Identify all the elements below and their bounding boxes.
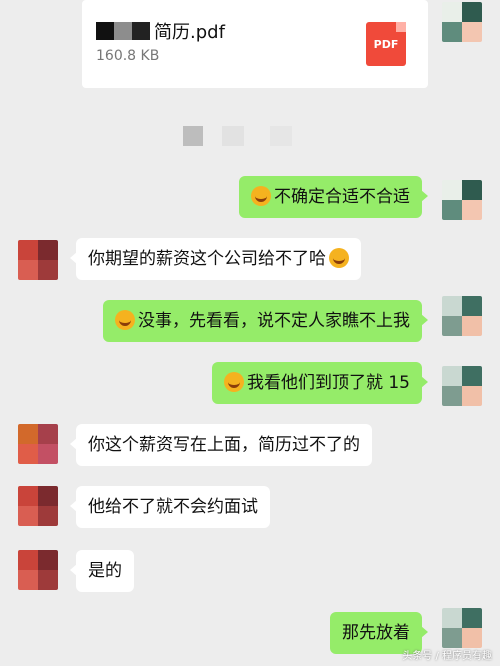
avatar[interactable] xyxy=(442,180,482,220)
avatar[interactable] xyxy=(18,550,58,590)
avatar[interactable] xyxy=(18,240,58,280)
pdf-file-icon: PDF xyxy=(366,22,406,66)
message-bubble-incoming[interactable]: 你这个薪资写在上面，简历过不了的 xyxy=(70,424,372,466)
message-bubble-incoming[interactable]: 是的 xyxy=(70,550,134,592)
avatar[interactable] xyxy=(442,608,482,648)
laugh-cry-emoji-icon xyxy=(115,310,135,330)
rofl-emoji-icon xyxy=(329,248,349,268)
watermark: 头条号 / 程序员有趣 xyxy=(402,651,492,662)
message-bubble-incoming[interactable]: 他给不了就不会约面试 xyxy=(70,486,270,528)
avatar[interactable] xyxy=(442,296,482,336)
avatar[interactable] xyxy=(442,2,482,42)
timestamp-blur xyxy=(222,126,244,146)
laugh-cry-emoji-icon xyxy=(223,372,244,392)
laugh-cry-emoji-icon xyxy=(251,186,271,206)
timestamp-blur xyxy=(270,126,292,146)
timestamp-blur xyxy=(183,126,203,146)
message-bubble-outgoing[interactable]: 没事，先看看，说不定人家瞧不上我 xyxy=(103,300,428,342)
avatar[interactable] xyxy=(18,424,58,464)
file-message-card[interactable]: 简历.pdf 160.8 KB PDF xyxy=(82,0,428,88)
avatar[interactable] xyxy=(442,366,482,406)
message-bubble-incoming[interactable]: 你期望的薪资这个公司给不了哈 xyxy=(70,238,361,280)
file-size: 160.8 KB xyxy=(96,48,160,64)
message-bubble-outgoing[interactable]: 不确定合适不合适 xyxy=(239,176,428,218)
file-name: 简历.pdf xyxy=(96,18,225,44)
avatar[interactable] xyxy=(18,486,58,526)
message-bubble-outgoing[interactable]: 我看他们到顶了就 15 xyxy=(211,362,429,404)
